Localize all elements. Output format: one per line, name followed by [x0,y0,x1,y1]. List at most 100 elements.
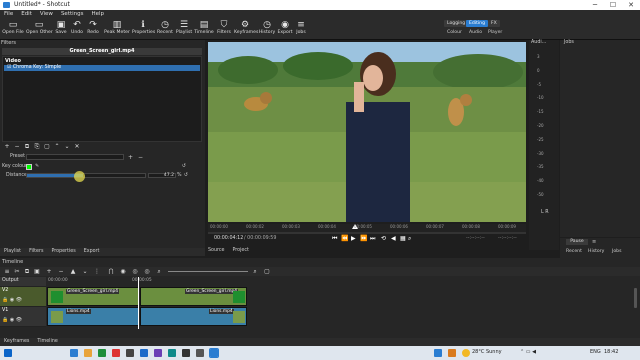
reset-distance-icon[interactable]: ↺ [184,172,188,179]
weather-text[interactable]: 28°C Sunny [472,349,502,355]
remove-icon[interactable]: − [56,267,66,276]
clock[interactable]: 18:42 [604,349,618,355]
language-indicator[interactable]: ENG [590,349,601,355]
add-preset-icon[interactable]: + [128,154,133,161]
playlist-button[interactable]: ☰ Playlist [175,19,193,39]
taskbar-shotcut-icon[interactable] [209,348,219,358]
tab-playlist[interactable]: Playlist [0,248,25,256]
tab-project[interactable]: Project [232,248,248,253]
taskbar-app-icon[interactable] [448,349,456,357]
system-tray-icons[interactable]: ⌃ ▭ ◀ [520,349,536,355]
properties-button[interactable]: ℹ Properties [132,19,155,39]
key-colour-swatch[interactable] [26,164,32,170]
preset-select[interactable] [26,154,124,160]
split-icon[interactable]: ⋮ [92,267,102,276]
move-down-filter-button[interactable]: ⌄ [62,144,72,150]
pause-jobs-button[interactable]: Pause [566,239,588,245]
loop-icon[interactable]: ⟲ [381,235,386,242]
eyedropper-icon[interactable]: ✎ [35,163,39,170]
timeline-playhead[interactable] [138,277,139,329]
keyframes-button[interactable]: ⚙ Keyframes [234,19,258,39]
in-point[interactable]: --:--:--:-- [466,236,485,241]
open-file-button[interactable]: ▭ Open File [2,19,24,39]
taskbar-app-icon[interactable] [196,349,204,357]
export-button[interactable]: ◉ Export [277,19,293,39]
layout-audio-button[interactable]: Audio [469,30,482,35]
filter-list[interactable]: Video ☑ Chroma Key: Simple [2,56,202,142]
undo-button[interactable]: ↶ Undo [70,19,84,39]
filters-button[interactable]: ⛉ Filters [215,19,233,39]
timeline-clip[interactable]: Green_Screen_girl.mp4 [47,287,139,306]
track-icons-v2[interactable]: 🔒 ◉ 👁 [2,297,22,303]
zoom-icon[interactable]: ⌕ [408,235,411,243]
maximize-button[interactable]: ☐ [604,0,622,10]
reset-key-colour-icon[interactable]: ↺ [182,163,186,170]
taskbar-app-icon[interactable] [126,349,134,357]
player-scrubber[interactable]: 00:00:00 00:00:02 00:00:03 00:00:04 00:0… [208,224,526,234]
rewind-icon[interactable]: ⏪ [341,235,348,242]
timeline-scrollbar[interactable] [634,288,637,308]
menu-help[interactable]: Help [88,10,109,18]
taskbar-app-icon[interactable] [140,349,148,357]
distance-slider[interactable] [26,173,146,178]
lift-icon[interactable]: ▲ [68,267,78,276]
layout-logging-button[interactable]: Logging [444,20,469,27]
snap-icon[interactable]: ⋂ [106,267,116,276]
track-icons-v1[interactable]: 🔒 ◉ 👁 [2,317,22,323]
track-head-v2[interactable]: V2 🔒 ◉ 👁 [0,287,46,307]
remove-preset-icon[interactable]: − [138,154,143,161]
jobs-button[interactable]: ≡ Jobs [294,19,308,39]
deselect-filter-button[interactable]: ▢ [42,144,52,150]
menu-edit[interactable]: Edit [17,10,36,18]
timeline-menu-icon[interactable]: ≡ [2,267,12,276]
taskbar-app-icon[interactable] [84,349,92,357]
layout-editing-button[interactable]: Editing [466,20,488,27]
tab-history[interactable]: History [588,249,604,254]
append-icon[interactable]: + [44,267,54,276]
timeline-clip[interactable]: Green_Screen_girl.mp4 [140,287,247,306]
save-button[interactable]: ▣ Save [54,19,68,39]
taskbar-app-icon[interactable] [98,349,106,357]
redo-button[interactable]: ↷ Redo [86,19,100,39]
layout-player-button[interactable]: Player [488,30,502,35]
tab-keyframes[interactable]: Keyframes [0,338,33,346]
zoom-out-icon[interactable]: ⌕ [154,267,164,276]
start-icon[interactable] [4,349,12,357]
taskbar-app-icon[interactable] [112,349,120,357]
copy-filter-button[interactable]: ⧉ [22,144,32,150]
fast-forward-icon[interactable]: ⏩ [360,235,367,242]
ripple-icon[interactable]: ◎ [130,267,140,276]
zoom-slider[interactable] [168,271,248,272]
tab-timeline[interactable]: Timeline [33,338,61,346]
filter-item-chroma-key[interactable]: ☑ Chroma Key: Simple [4,65,200,71]
menu-file[interactable]: File [0,10,17,18]
taskbar-app-icon[interactable] [434,349,442,357]
taskbar-app-icon[interactable] [168,349,176,357]
timeline-clip[interactable]: Lions.mp4 [140,307,247,326]
tab-properties[interactable]: Properties [47,248,79,256]
layout-colour-button[interactable]: Colour [447,30,462,35]
tab-recent[interactable]: Recent [566,249,582,254]
ripple-all-icon[interactable]: ◎ [142,267,152,276]
remove-filter-button[interactable]: − [12,144,22,150]
minimize-button[interactable]: ─ [586,0,604,10]
zoom-fit-icon[interactable]: ▢ [262,267,272,276]
tab-filters[interactable]: Filters [25,248,47,256]
timeline-clip[interactable]: Lions.mp4 [47,307,139,326]
open-other-button[interactable]: ▭ Open Other [26,19,53,39]
tab-source[interactable]: Source [208,248,224,253]
play-icon[interactable]: ▶ [351,235,356,242]
add-filter-button[interactable]: + [2,144,12,150]
history-button[interactable]: ◷ History [258,19,276,39]
cut-icon[interactable]: ✂ [12,267,22,276]
skip-end-icon[interactable]: ⏭ [370,235,375,243]
layout-fx-button[interactable]: FX [488,20,500,27]
video-preview[interactable] [208,42,526,222]
skip-start-icon[interactable]: ⏮ [332,235,337,243]
track-head-v1[interactable]: V1 🔒 ◉ 👁 [0,307,46,327]
taskbar-app-icon[interactable] [154,349,162,357]
paste-icon[interactable]: ▣ [32,267,42,276]
scrub-icon[interactable]: ◉ [118,267,128,276]
current-time[interactable]: 00:00:04:12 [214,236,243,241]
grid-icon[interactable]: ▦ [400,235,406,242]
